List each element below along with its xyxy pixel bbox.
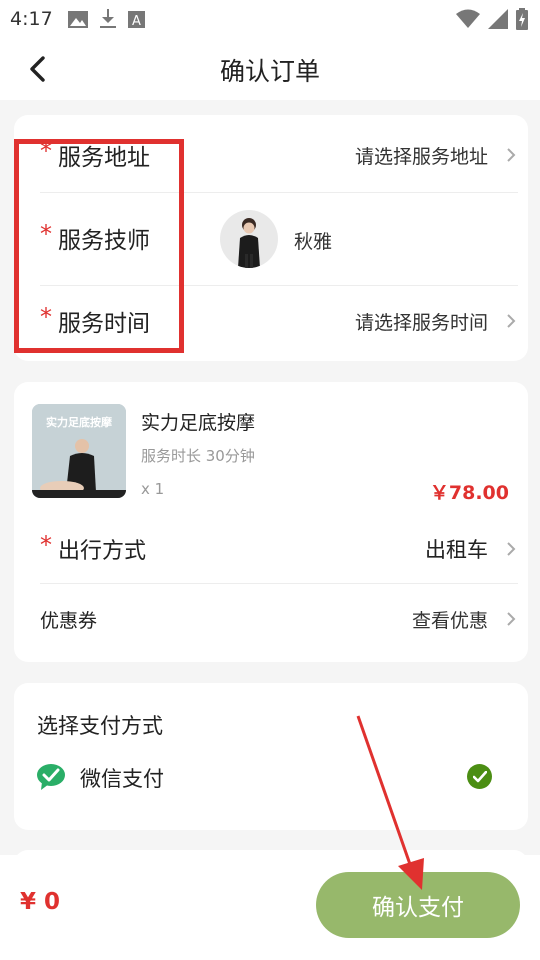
- font-icon: A: [128, 10, 145, 28]
- service-name: 实力足底按摩: [141, 412, 256, 434]
- service-quantity: x 1: [141, 480, 165, 498]
- order-item-card: 实力足底按摩 实力足底按摩 服务时长 30分钟 x 1 ￥78.00 * 出行方…: [14, 382, 528, 662]
- travel-mode-row[interactable]: * 出行方式 出租车: [40, 529, 518, 569]
- travel-mode-label: 出行方式: [58, 539, 147, 564]
- svg-text:A: A: [132, 14, 141, 28]
- coupon-row[interactable]: 优惠券 查看优惠: [40, 599, 518, 639]
- chevron-right-icon: [507, 542, 516, 556]
- check-icon: [472, 770, 487, 782]
- coupon-label: 优惠券: [40, 609, 98, 632]
- required-mark: *: [40, 531, 52, 559]
- payment-section-title: 选择支付方式: [37, 714, 163, 738]
- image-icon: [68, 10, 88, 28]
- nav-bar: 确认订单: [0, 38, 540, 100]
- chevron-right-icon: [507, 612, 516, 626]
- technician-name: 秋雅: [294, 231, 333, 253]
- status-time: 4:17: [10, 8, 53, 30]
- technician-avatar: [220, 210, 278, 268]
- battery-icon: [516, 8, 528, 30]
- signal-icon: [488, 9, 508, 29]
- highlight-annotation-box: [14, 139, 184, 353]
- service-time-value: 请选择服务时间: [354, 311, 488, 334]
- service-duration: 服务时长 30分钟: [141, 447, 255, 465]
- service-price: ￥78.00: [429, 482, 509, 504]
- status-bar: 4:17 A: [0, 0, 540, 38]
- travel-mode-value: 出租车: [425, 538, 488, 562]
- coupon-value: 查看优惠: [411, 609, 488, 632]
- service-thumbnail: 实力足底按摩: [32, 404, 126, 498]
- confirm-pay-button[interactable]: 确认支付: [316, 872, 520, 938]
- payment-method-card: 选择支付方式 微信支付: [14, 683, 528, 830]
- bottom-bar: ¥ 0 确认支付: [0, 855, 540, 960]
- page-title: 确认订单: [219, 57, 320, 86]
- payment-method-label: 微信支付: [80, 767, 164, 791]
- download-icon: [100, 9, 116, 28]
- service-address-value: 请选择服务地址: [354, 145, 488, 168]
- divider: [40, 583, 518, 584]
- wechat-pay-icon: [37, 764, 65, 790]
- order-total: ¥ 0: [20, 889, 61, 915]
- wifi-icon: [456, 9, 480, 28]
- chevron-right-icon: [507, 314, 516, 328]
- payment-selected-check[interactable]: [467, 764, 492, 789]
- thumbnail-caption: 实力足底按摩: [46, 416, 112, 429]
- chevron-right-icon: [507, 148, 516, 162]
